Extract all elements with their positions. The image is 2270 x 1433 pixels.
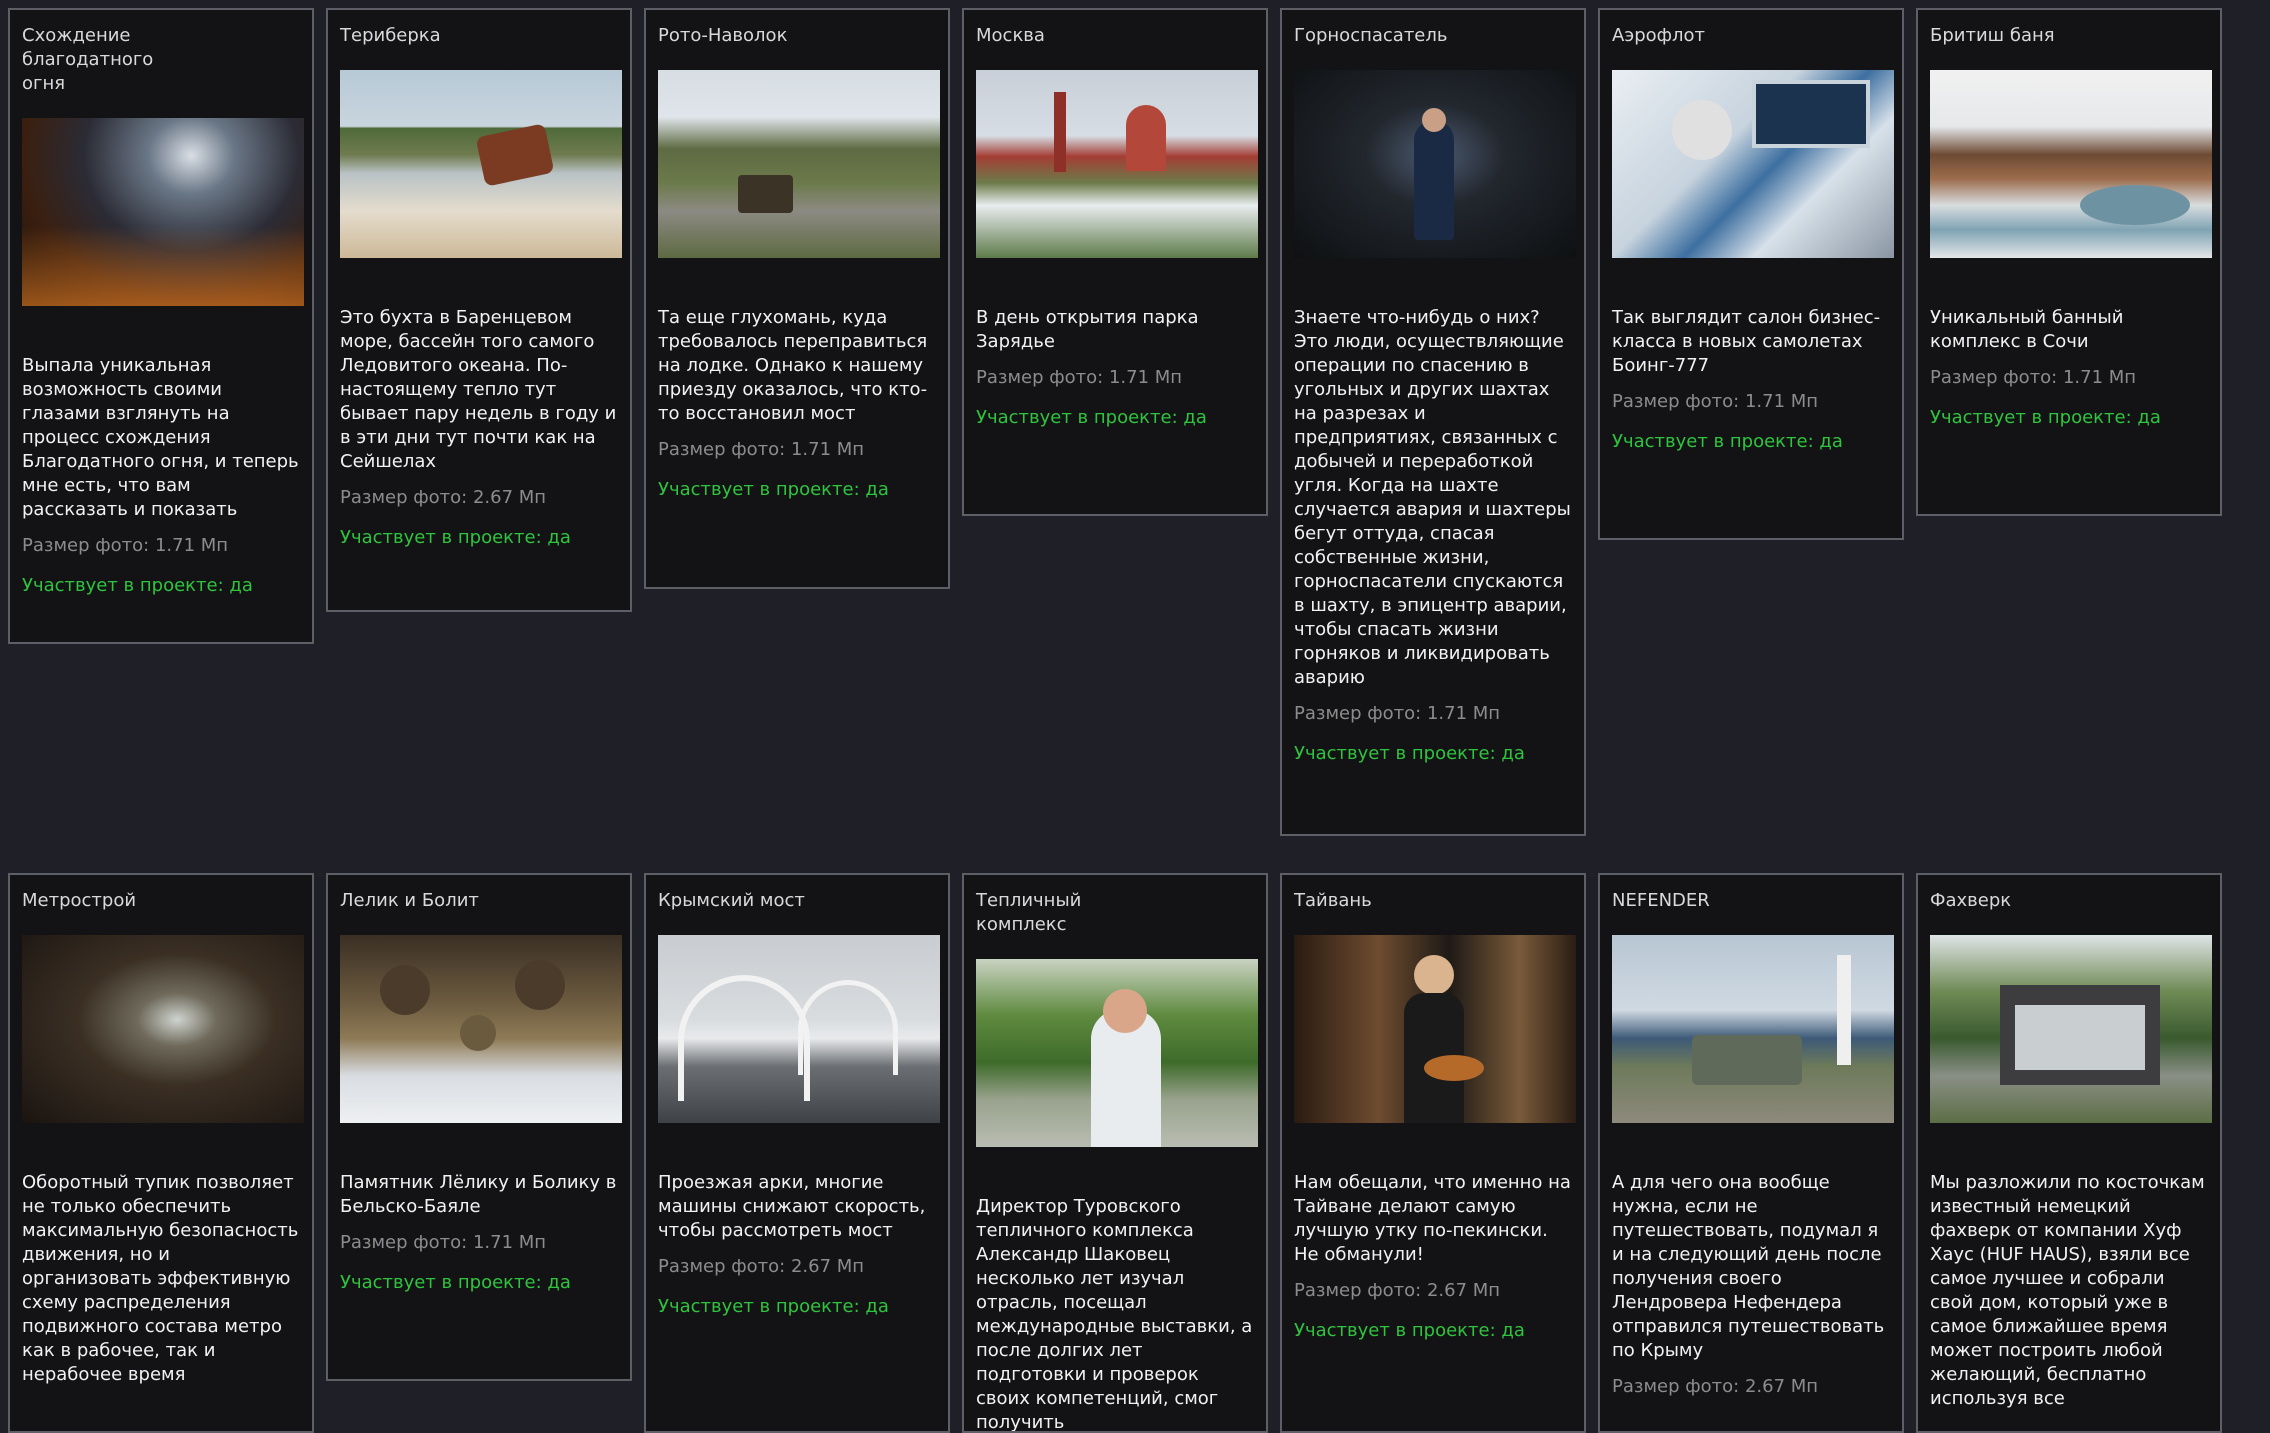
card-description: Это бухта в Баренцевом море, бассейн тог…	[340, 307, 617, 472]
photo-card[interactable]: Рото-Наволок Та еще глухомань, куда треб…	[644, 8, 950, 589]
photo-card[interactable]: Горноспасатель Знаете что-нибудь о них? …	[1280, 8, 1586, 836]
participation-status: Участвует в проекте: да	[1612, 431, 1843, 452]
photo-card[interactable]: Лелик и Болит Памятник Лёлику и Болику в…	[326, 873, 632, 1381]
card-title: Рото-Наволок	[658, 25, 788, 46]
card-title: Бритиш баня	[1930, 25, 2055, 46]
card-title: Горноспасатель	[1294, 25, 1448, 46]
card-photo[interactable]	[340, 935, 622, 1123]
photo-size: Размер фото: 2.67 Мп	[1294, 1280, 1501, 1301]
card-photo[interactable]	[658, 70, 940, 258]
card-title: Крымский мост	[658, 890, 805, 911]
photo-size: Размер фото: 1.71 Мп	[976, 367, 1183, 388]
photo-card[interactable]: NEFENDER А для чего она вообще нужна, ес…	[1598, 873, 1904, 1433]
participation-status: Участвует в проекте: да	[22, 575, 253, 596]
participation-status: Участвует в проекте: да	[1294, 1320, 1525, 1341]
card-photo[interactable]	[22, 118, 304, 306]
card-description: Так выглядит салон бизнес-класса в новых…	[1612, 307, 1881, 376]
card-description: Мы разложили по косточкам известный неме…	[1930, 1172, 2205, 1409]
photo-card[interactable]: Бритиш баня Уникальный банный комплекс в…	[1916, 8, 2222, 516]
photo-card[interactable]: Москва В день открытия парка Зарядье Раз…	[962, 8, 1268, 516]
card-title: Фахверк	[1930, 890, 2012, 911]
card-photo[interactable]	[340, 70, 622, 258]
card-title: Тайвань	[1294, 890, 1372, 911]
card-photo[interactable]	[1930, 935, 2212, 1123]
photo-card[interactable]: Тайвань Нам обещали, что именно на Тайва…	[1280, 873, 1586, 1433]
card-description: В день открытия парка Зарядье	[976, 307, 1199, 352]
card-photo[interactable]	[1930, 70, 2212, 258]
card-description: Знаете что-нибудь о них? Это люди, осуще…	[1294, 307, 1571, 688]
card-title: Тепличный комплекс	[976, 890, 1082, 935]
photo-card[interactable]: Крымский мост Проезжая арки, многие маши…	[644, 873, 950, 1433]
card-title: Аэрофлот	[1612, 25, 1706, 46]
card-title: Териберка	[340, 25, 441, 46]
card-title: Москва	[976, 25, 1045, 46]
participation-status: Участвует в проекте: да	[340, 527, 571, 548]
card-description: Та еще глухомань, куда требовалось переп…	[658, 307, 928, 424]
participation-status: Участвует в проекте: да	[658, 1296, 889, 1317]
photo-size: Размер фото: 1.71 Мп	[22, 535, 229, 556]
card-title: Схождение благодатного огня	[22, 25, 154, 94]
participation-status: Участвует в проекте: да	[658, 479, 889, 500]
photo-card[interactable]: Схождение благодатного огня Выпала уника…	[8, 8, 314, 644]
card-description: Проезжая арки, многие машины снижают ско…	[658, 1172, 926, 1241]
participation-status: Участвует в проекте: да	[340, 1272, 571, 1293]
card-photo[interactable]	[976, 959, 1258, 1147]
card-description: Памятник Лёлику и Болику в Бельско-Баяле	[340, 1172, 617, 1217]
card-photo[interactable]	[1612, 70, 1894, 258]
card-photo[interactable]	[1294, 935, 1576, 1123]
card-photo[interactable]	[658, 935, 940, 1123]
card-photo[interactable]	[1612, 935, 1894, 1123]
photo-size: Размер фото: 1.71 Мп	[1294, 703, 1501, 724]
card-title: Метрострой	[22, 890, 137, 911]
photo-card[interactable]: Аэрофлот Так выглядит салон бизнес-класс…	[1598, 8, 1904, 540]
photo-size: Размер фото: 1.71 Мп	[340, 1232, 547, 1253]
card-description: Оборотный тупик позволяет не только обес…	[22, 1172, 299, 1385]
card-description: А для чего она вообще нужна, если не пут…	[1612, 1172, 1885, 1361]
card-title: Лелик и Болит	[340, 890, 479, 911]
gallery-row-2: Метрострой Оборотный тупик позволяет не …	[8, 873, 2262, 1433]
photo-card[interactable]: Тепличный комплекс Директор Туровского т…	[962, 873, 1268, 1433]
photo-size: Размер фото: 2.67 Мп	[658, 1256, 865, 1277]
card-title: NEFENDER	[1612, 890, 1710, 911]
gallery-row-1: Схождение благодатного огня Выпала уника…	[8, 8, 2262, 836]
card-description: Нам обещали, что именно на Тайване делаю…	[1294, 1172, 1571, 1265]
photo-size: Размер фото: 1.71 Мп	[1930, 367, 2137, 388]
participation-status: Участвует в проекте: да	[1294, 743, 1525, 764]
card-description: Директор Туровского тепличного комплекса…	[976, 1196, 1253, 1433]
photo-card[interactable]: Фахверк Мы разложили по косточкам извест…	[1916, 873, 2222, 1433]
photo-card[interactable]: Териберка Это бухта в Баренцевом море, б…	[326, 8, 632, 612]
card-photo[interactable]	[1294, 70, 1576, 258]
card-photo[interactable]	[976, 70, 1258, 258]
photo-card[interactable]: Метрострой Оборотный тупик позволяет не …	[8, 873, 314, 1433]
photo-size: Размер фото: 2.67 Мп	[340, 487, 547, 508]
card-description: Выпала уникальная возможность своими гла…	[22, 355, 299, 520]
photo-size: Размер фото: 1.71 Мп	[658, 439, 865, 460]
photo-size: Размер фото: 2.67 Мп	[1612, 1376, 1819, 1397]
participation-status: Участвует в проекте: да	[976, 407, 1207, 428]
card-photo[interactable]	[22, 935, 304, 1123]
card-description: Уникальный банный комплекс в Сочи	[1930, 307, 2124, 352]
participation-status: Участвует в проекте: да	[1930, 407, 2161, 428]
photo-size: Размер фото: 1.71 Мп	[1612, 391, 1819, 412]
